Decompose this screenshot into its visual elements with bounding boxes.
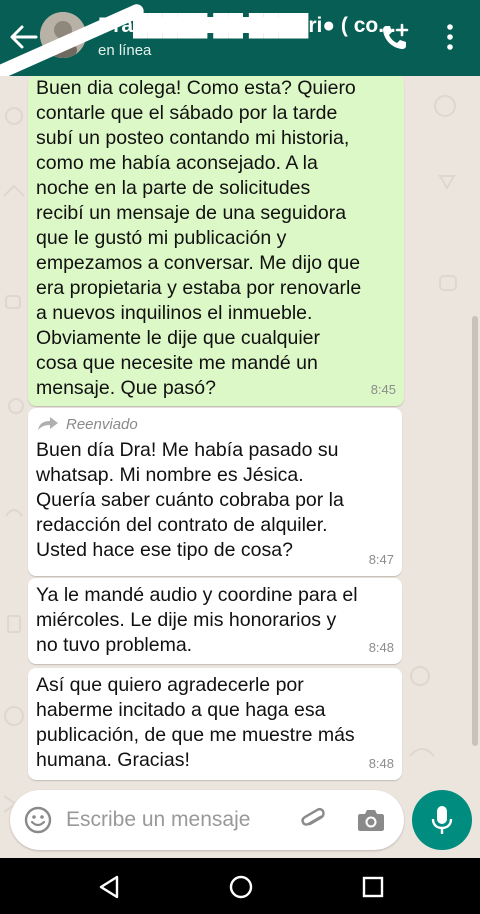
nav-home-icon[interactable] [228,874,254,900]
message-bubble-incoming[interactable]: Reenviado Buen día Dra! Me había pasado … [28,408,402,576]
more-vert-icon[interactable] [442,22,458,52]
contact-status: en línea [98,42,152,59]
message-input-placeholder[interactable]: Escribe un mensaje [66,808,250,832]
message-time: 8:45 [370,382,396,397]
message-time: 8:48 [368,756,394,771]
mic-button[interactable] [412,790,472,850]
message-time: 8:47 [368,552,394,567]
message-bubble-incoming[interactable]: Así que quiero agradecerle por haberme i… [28,668,402,780]
chat-scrollbar[interactable] [472,316,478,746]
system-nav-bar [0,858,480,914]
nav-recents-icon[interactable] [360,874,386,900]
message-time: 8:48 [368,640,394,655]
chat-area[interactable]: Buen dia colega! Como esta? Quiero conta… [0,76,480,858]
message-bubble-incoming[interactable]: Ya le mandé audio y coordine para el mié… [28,578,402,664]
message-text: Buen día Dra! Me había pasado su whatsap… [36,439,344,561]
mic-icon [431,806,453,834]
back-arrow-icon[interactable] [8,24,38,50]
add-call-icon[interactable] [380,22,410,52]
message-text: Así que quiero agradecerle por haberme i… [36,674,355,771]
camera-icon[interactable] [356,806,386,834]
message-text: Ya le mandé audio y coordine para el mié… [36,584,358,656]
message-text: Buen dia colega! Como esta? Quiero conta… [36,77,362,399]
forwarded-indicator: Reenviado [36,410,394,438]
forwarded-label: Reenviado [66,415,138,433]
name-redaction-mark [140,17,280,33]
forward-arrow-icon [38,417,58,430]
emoji-icon[interactable] [24,806,52,834]
chat-header: Dra█████ ██ ████ri● ( co... en línea [0,0,480,80]
message-input-bar[interactable]: Escribe un mensaje [10,790,404,850]
message-bubble-outgoing[interactable]: Buen dia colega! Como esta? Quiero conta… [28,76,404,406]
attach-icon[interactable] [300,806,328,834]
nav-back-icon[interactable] [96,874,122,900]
